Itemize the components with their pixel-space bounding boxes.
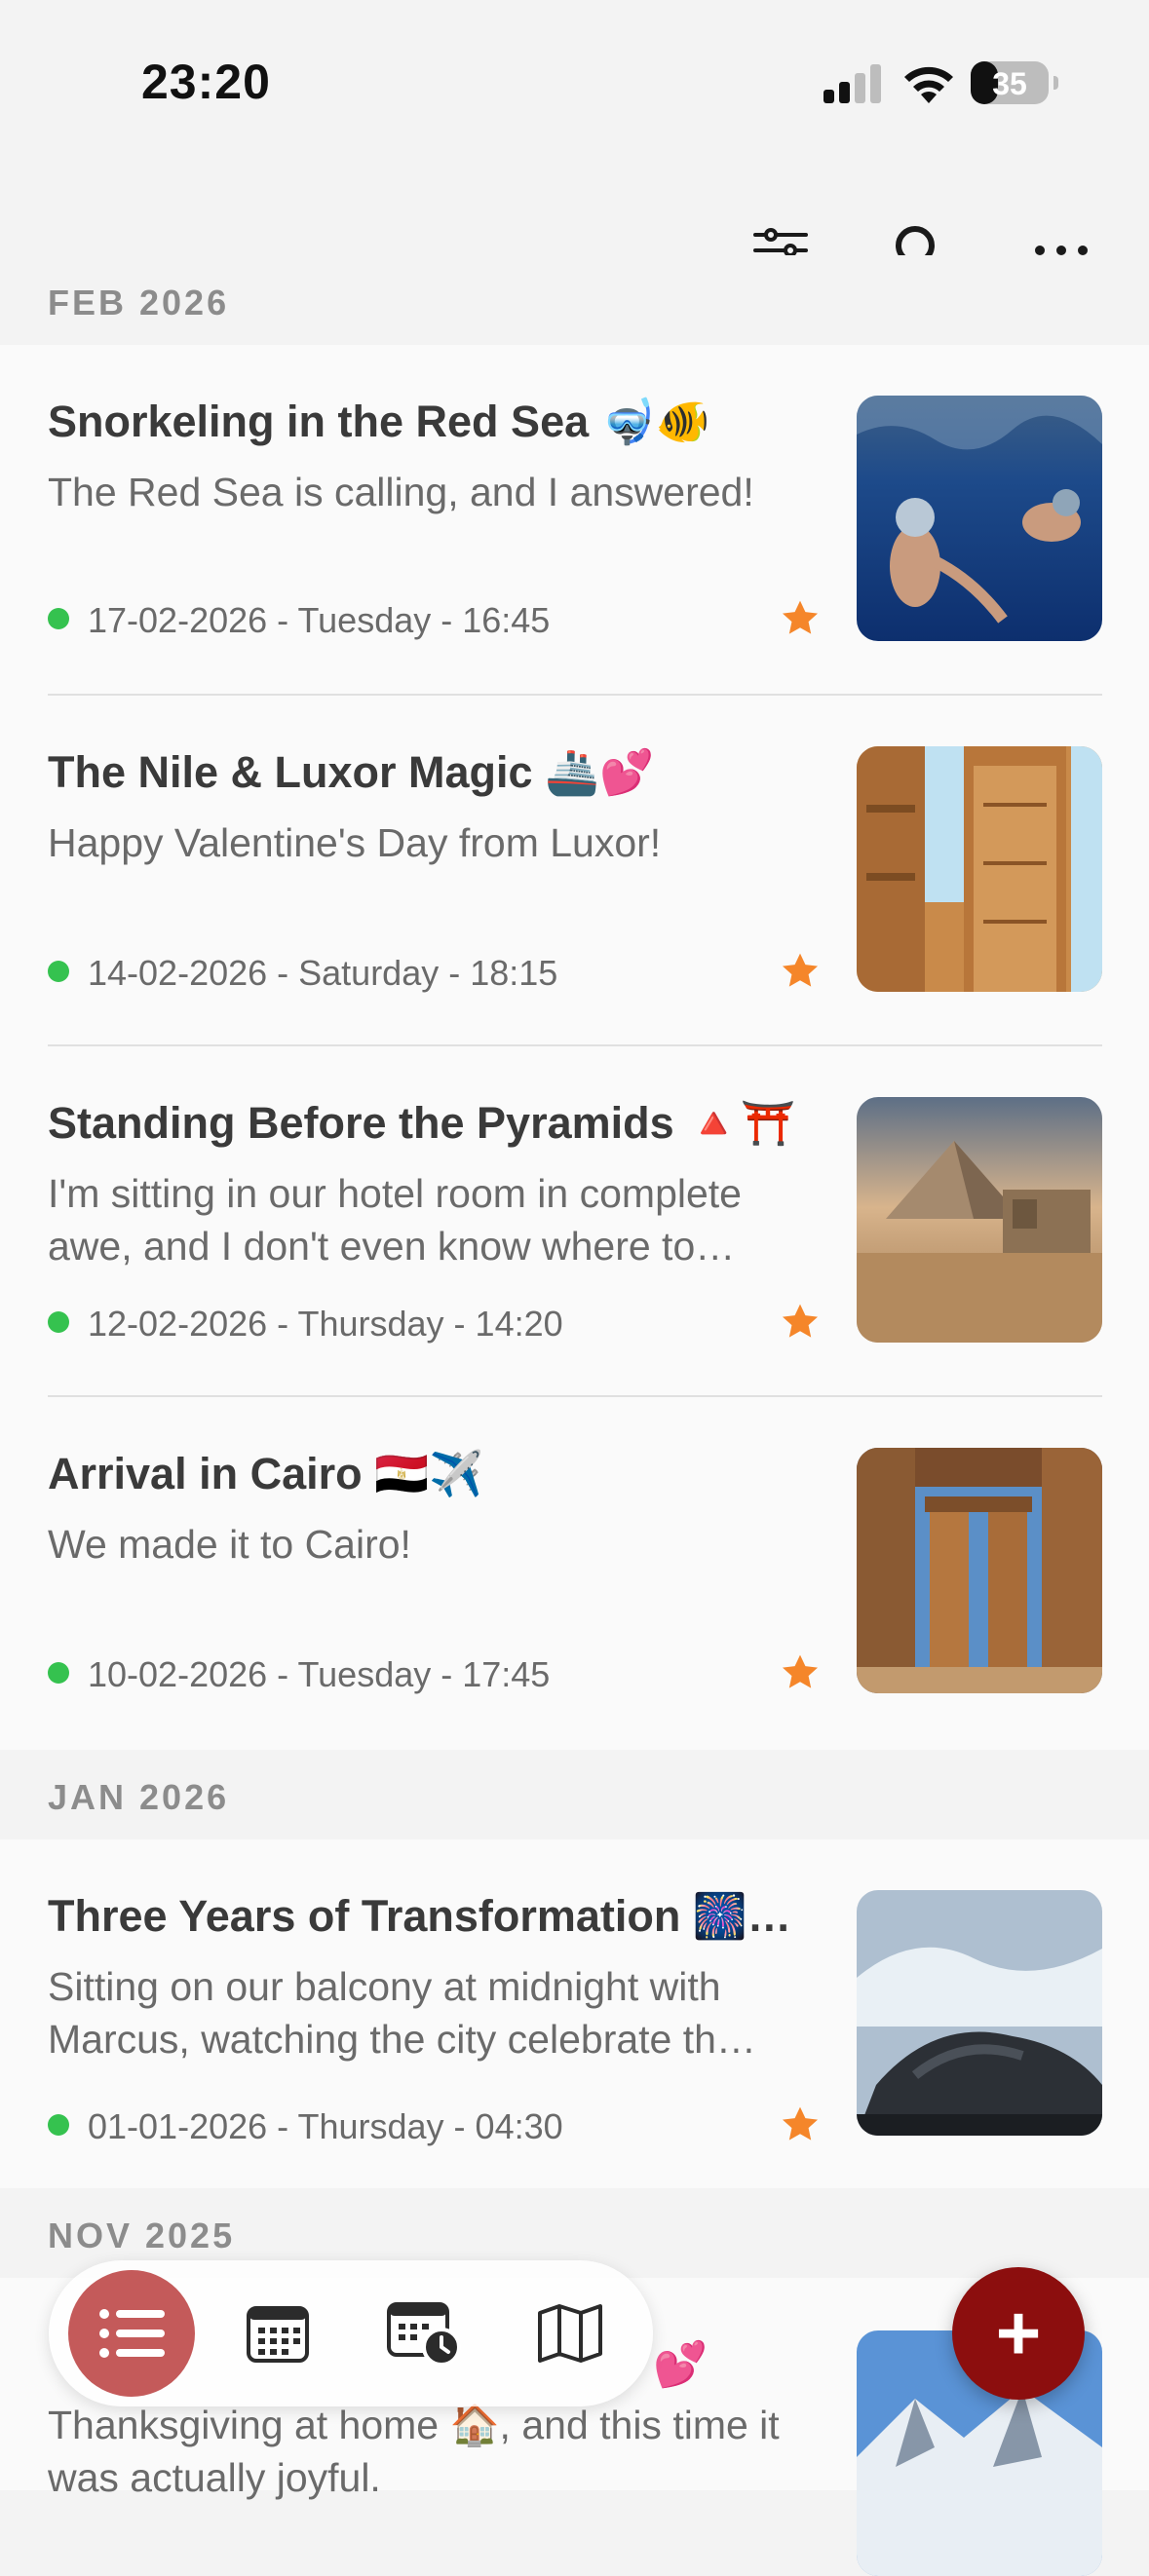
status-dot [48,1662,69,1684]
section-header-feb-2026: FEB 2026 [0,255,1149,345]
entry-date: 10-02-2026 - Tuesday - 17:45 [88,1654,551,1694]
entry-preview: Sitting on our balcony at midnight with … [48,1964,756,2062]
entry-thumbnail [857,746,1102,992]
section-month: FEB 2026 [48,283,230,322]
cellular-signal-icon [823,64,881,103]
entry-title: Snorkeling in the Red Sea 🤿🐠 [48,397,710,446]
entry-date: 17-02-2026 - Tuesday - 16:45 [88,600,551,640]
entry-preview: We made it to Cairo! [48,1522,411,1567]
journal-entry[interactable]: Snorkeling in the Red Sea 🤿🐠 The Red Sea… [0,345,1149,696]
calendar-icon [247,2306,309,2363]
status-dot [48,2114,69,2136]
plus-icon: + [995,2290,1042,2376]
star-icon[interactable] [780,1652,821,1693]
battery-level: 35 [992,66,1027,101]
wifi-icon [904,66,953,103]
add-entry-button[interactable]: + [952,2267,1085,2400]
tab-bar [49,2260,653,2406]
star-icon[interactable] [780,598,821,639]
entry-thumbnail [857,1890,1102,2136]
tab-calendar[interactable] [224,2280,331,2387]
status-dot [48,608,69,629]
status-dot [48,961,69,982]
map-icon [538,2304,602,2363]
tab-map[interactable] [517,2280,624,2387]
star-icon[interactable] [780,2104,821,2145]
section-month: JAN 2026 [48,1777,230,1817]
entry-thumbnail [857,1448,1102,1693]
status-dot [48,1311,69,1333]
entry-title: Three Years of Transformation 🎆… [48,1891,791,1941]
journal-entry[interactable]: Standing Before the Pyramids 🔺⛩️ I'm sit… [0,1046,1149,1397]
entry-date: 14-02-2026 - Saturday - 18:15 [88,953,558,993]
entry-title: Standing Before the Pyramids 🔺⛩️ [48,1098,796,1148]
entry-title: 💕 [653,2339,709,2389]
tab-list[interactable] [68,2270,195,2397]
entry-thumbnail [857,396,1102,641]
journal-entry[interactable]: Three Years of Transformation 🎆… Sitting… [0,1839,1149,2188]
tab-calendar-history[interactable] [370,2280,478,2387]
entry-preview: The Red Sea is calling, and I answered! [48,470,754,514]
star-icon[interactable] [780,951,821,992]
list-icon [99,2309,165,2358]
entry-date: 01-01-2026 - Thursday - 04:30 [88,2106,563,2146]
journal-entry[interactable]: The Nile & Luxor Magic 🚢💕 Happy Valentin… [0,696,1149,1046]
journal-entry[interactable]: Arrival in Cairo 🇪🇬✈️ We made it to Cair… [0,1397,1149,1750]
star-icon[interactable] [780,1302,821,1343]
entry-date: 12-02-2026 - Thursday - 14:20 [88,1304,563,1344]
section-month: NOV 2025 [48,2216,236,2255]
entry-title: The Nile & Luxor Magic 🚢💕 [48,747,655,797]
status-bar: 23:20 35 [0,0,1149,166]
battery-icon: 35 [971,61,1058,104]
entry-preview: I'm sitting in our hotel room in complet… [48,1171,742,1269]
entry-preview: Happy Valentine's Day from Luxor! [48,820,662,865]
calendar-clock-icon [387,2302,461,2367]
section-header-jan-2026: JAN 2026 [0,1750,1149,1839]
entry-preview: Thanksgiving at home 🏠, and this time it… [48,2403,780,2500]
entry-title: Arrival in Cairo 🇪🇬✈️ [48,1449,484,1498]
entry-thumbnail [857,1097,1102,1343]
status-time: 23:20 [141,55,271,109]
